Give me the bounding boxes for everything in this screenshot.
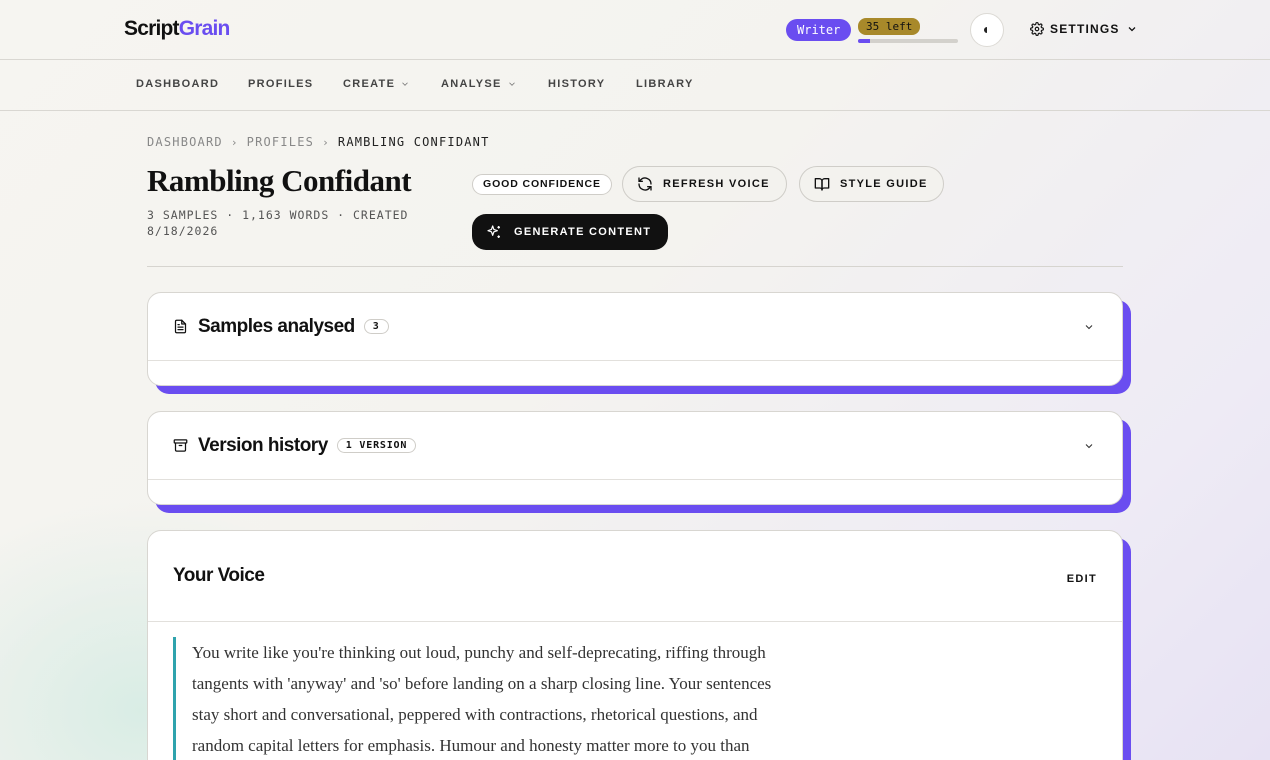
generate-content-button[interactable]: GENERATE CONTENT [472, 214, 668, 250]
page-title: Rambling Confidant [147, 163, 412, 198]
version-history-title: Version history [198, 434, 328, 456]
usage-progress-bar [858, 39, 958, 43]
nav-history[interactable]: HISTORY [548, 78, 605, 90]
nav-create[interactable]: CREATE [343, 78, 410, 90]
nav-profiles-label: PROFILES [248, 78, 314, 90]
breadcrumb-current: RAMBLING CONFIDANT [337, 135, 490, 149]
logo-part-grain: Grain [178, 17, 231, 40]
chevron-down-icon[interactable] [1083, 440, 1095, 452]
nav-analyse-label: ANALYSE [441, 78, 502, 90]
theme-toggle-button[interactable] [970, 13, 1004, 47]
gear-icon [1030, 22, 1044, 36]
your-voice-card-body: Your Voice EDIT You write like you're th… [147, 530, 1123, 760]
nav-history-label: HISTORY [548, 78, 606, 90]
file-text-icon [174, 319, 187, 334]
breadcrumb-dashboard[interactable]: DASHBOARD [147, 135, 223, 149]
your-voice-card: Your Voice EDIT You write like you're th… [147, 530, 1131, 760]
voice-description: You write like you're thinking out loud,… [173, 637, 793, 760]
usage-remaining-badge: 35 left [858, 18, 921, 35]
samples-card-body: Samples analysed 3 [147, 292, 1123, 386]
nav-profiles[interactable]: PROFILES [248, 78, 313, 90]
your-voice-title: Your Voice [173, 565, 265, 586]
refresh-icon [638, 177, 652, 191]
chevron-down-icon [508, 82, 515, 86]
nav-library-label: LIBRARY [636, 78, 694, 90]
edit-voice-button[interactable]: EDIT [1067, 573, 1097, 585]
your-voice-header: Your Voice EDIT [148, 531, 1122, 622]
confidence-badge: GOOD CONFIDENCE [472, 174, 612, 195]
version-history-card-body: Version history 1 VERSION [147, 411, 1123, 505]
plan-badge: Writer [786, 19, 852, 41]
nav-dashboard-label: DASHBOARD [136, 78, 220, 90]
half-moon-icon [984, 27, 987, 33]
samples-card-title: Samples analysed [198, 315, 355, 337]
settings-label: SETTINGS [1050, 22, 1120, 36]
chevron-down-icon [402, 82, 409, 86]
settings-menu-button[interactable]: SETTINGS [1030, 22, 1138, 36]
chevron-down-icon [1128, 27, 1136, 32]
chevron-right-icon: › [322, 135, 330, 149]
samples-card: Samples analysed 3 [147, 292, 1131, 394]
nav-dashboard[interactable]: DASHBOARD [136, 78, 219, 90]
refresh-voice-button[interactable]: REFRESH VOICE [622, 166, 787, 202]
sparkles-icon [487, 225, 500, 238]
book-open-icon [814, 178, 830, 191]
samples-count-badge: 3 [363, 319, 389, 334]
nav-library[interactable]: LIBRARY [636, 78, 694, 90]
chevron-down-icon[interactable] [1083, 321, 1095, 333]
refresh-voice-label: REFRESH VOICE [663, 178, 770, 190]
logo[interactable]: ScriptGrain [124, 17, 230, 41]
breadcrumb-profiles[interactable]: PROFILES [247, 135, 314, 149]
version-count-badge: 1 VERSION [336, 438, 417, 453]
style-guide-button[interactable]: STYLE GUIDE [799, 166, 944, 202]
top-bar: ScriptGrain Writer 35 left SETTINGS [0, 0, 1270, 60]
nav-analyse[interactable]: ANALYSE [441, 78, 517, 90]
samples-card-header[interactable]: Samples analysed 3 [148, 293, 1122, 361]
main-nav: DASHBOARD PROFILES CREATE ANALYSE HISTOR… [0, 60, 1270, 111]
usage-progress-fill [858, 39, 870, 43]
generate-content-label: GENERATE CONTENT [514, 226, 652, 238]
version-history-card: Version history 1 VERSION [147, 411, 1131, 513]
version-history-card-header[interactable]: Version history 1 VERSION [148, 412, 1122, 480]
chevron-right-icon: › [230, 135, 239, 149]
style-guide-label: STYLE GUIDE [840, 178, 928, 190]
profile-meta: 3 SAMPLES · 1,163 WORDS · CREATED 8/18/2… [147, 208, 409, 238]
header-divider [147, 266, 1123, 267]
nav-create-label: CREATE [343, 78, 396, 90]
breadcrumb: DASHBOARD › PROFILES › RAMBLING CONFIDAN… [147, 135, 490, 149]
logo-part-script: Script [124, 17, 180, 40]
archive-icon [173, 439, 188, 452]
